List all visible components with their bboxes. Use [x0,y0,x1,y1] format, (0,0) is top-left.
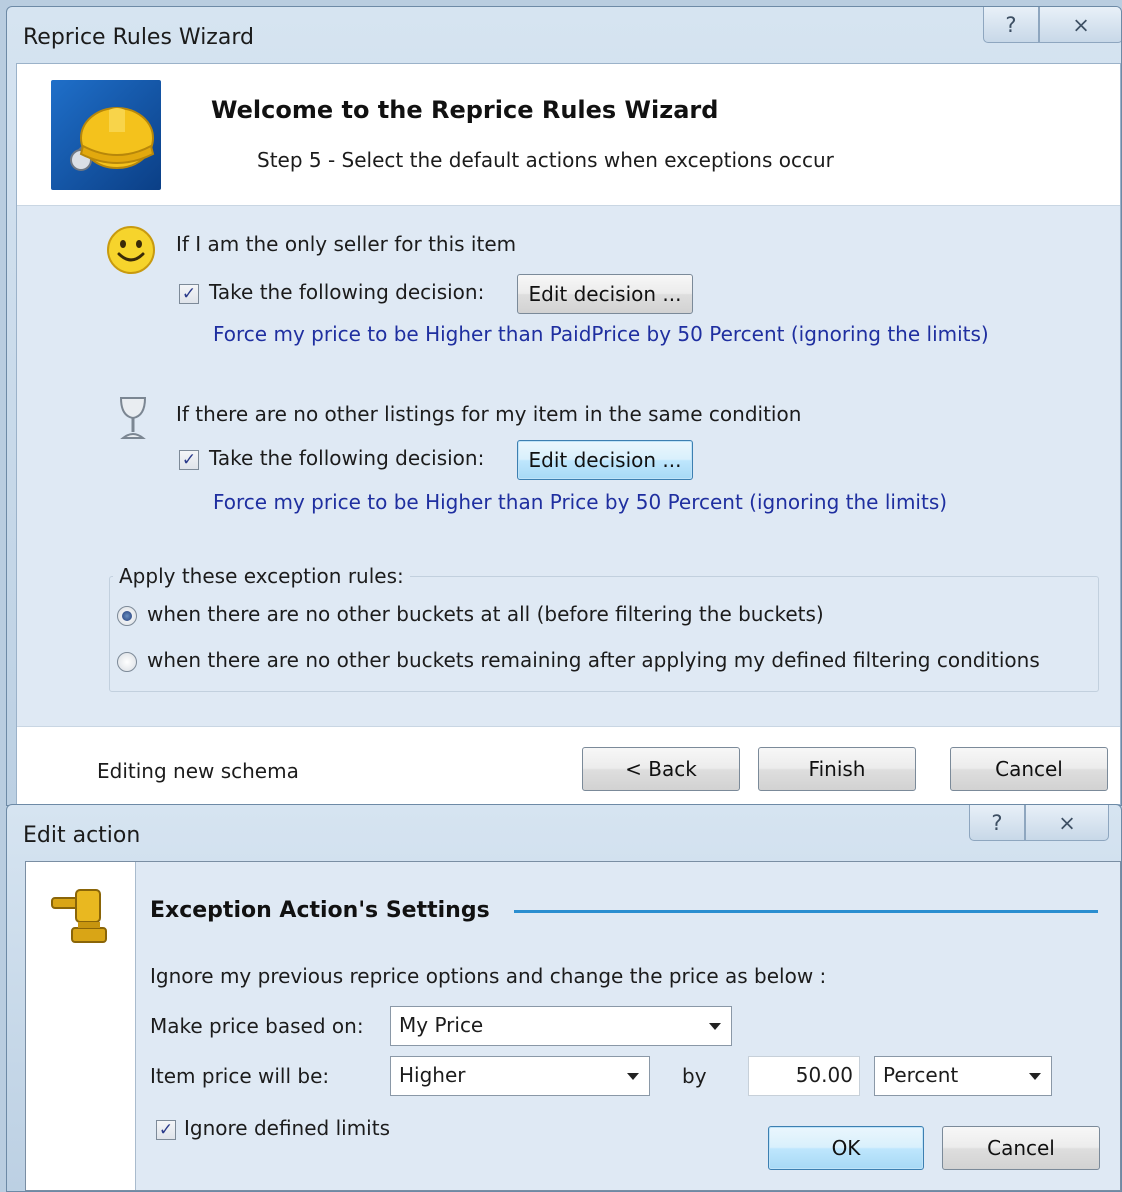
chevron-down-icon [1029,1073,1041,1080]
cancel-button[interactable]: Cancel [950,747,1108,791]
edit-action-icon-panel [26,862,136,1190]
decision-description: Force my price to be Higher than PaidPri… [213,322,989,346]
wizard-titlebar[interactable]: Reprice Rules Wizard ? ⨯ [7,7,1121,63]
smiley-icon [105,224,157,276]
ignore-limits-label: Ignore defined limits [184,1116,390,1140]
based-on-select[interactable]: My Price [390,1006,732,1046]
take-decision-label: Take the following decision: [209,446,485,470]
help-button[interactable]: ? [983,7,1039,43]
edit-action-window: Edit action ? ⨯ Exception Action's Setti… [6,804,1122,1192]
take-decision-checkbox[interactable]: ✓ [179,450,199,470]
unit-value: Percent [883,1063,959,1087]
close-button[interactable]: ⨯ [1025,805,1109,841]
edit-action-client-area: Exception Action's Settings Ignore my pr… [25,861,1121,1191]
group-label: Apply these exception rules: [113,564,410,588]
price-will-be-label: Item price will be: [150,1064,330,1088]
radio-after-filtering[interactable] [117,652,137,672]
gavel-icon [48,884,114,950]
radio-before-filtering-label[interactable]: when there are no other buckets at all (… [147,602,824,626]
heading-accent-line [514,910,1098,913]
close-button[interactable]: ⨯ [1039,7,1121,43]
exception-rules-group [109,576,1099,692]
edit-action-heading: Exception Action's Settings [150,898,490,923]
based-on-label: Make price based on: [150,1014,364,1038]
hardhat-wrench-icon [51,80,161,190]
radio-after-filtering-label[interactable]: when there are no other buckets remainin… [147,648,1040,672]
amount-input[interactable]: 50.00 [748,1056,860,1096]
direction-select[interactable]: Higher [390,1056,650,1096]
edit-action-titlebar[interactable]: Edit action ? ⨯ [7,805,1121,861]
based-on-value: My Price [399,1013,484,1037]
instruction-text: Ignore my previous reprice options and c… [150,964,827,988]
wizard-step-subtitle: Step 5 - Select the default actions when… [257,148,834,172]
wizard-title: Reprice Rules Wizard [23,25,254,50]
wizard-heading: Welcome to the Reprice Rules Wizard [211,96,719,124]
wizard-header: Welcome to the Reprice Rules Wizard Step… [17,64,1120,206]
edit-decision-button[interactable]: Edit decision ... [517,440,693,480]
rule-condition-text: If I am the only seller for this item [176,232,517,256]
radio-before-filtering[interactable] [117,606,137,626]
wizard-client-area: Welcome to the Reprice Rules Wizard Step… [16,63,1121,805]
take-decision-label: Take the following decision: [209,280,485,304]
ok-button[interactable]: OK [768,1126,924,1170]
by-label: by [682,1064,707,1088]
edit-decision-button[interactable]: Edit decision ... [517,274,693,314]
ignore-limits-checkbox[interactable]: ✓ [156,1120,176,1140]
decision-description: Force my price to be Higher than Price b… [213,490,948,514]
chevron-down-icon [627,1073,639,1080]
help-button[interactable]: ? [969,805,1025,841]
wizard-footer: Editing new schema < Back Finish Cancel [17,726,1120,804]
status-text: Editing new schema [97,759,299,783]
finish-button[interactable]: Finish [758,747,916,791]
direction-value: Higher [399,1063,466,1087]
unit-select[interactable]: Percent [874,1056,1052,1096]
back-button[interactable]: < Back [582,747,740,791]
cancel-button[interactable]: Cancel [942,1126,1100,1170]
reprice-rules-wizard-window: Reprice Rules Wizard ? ⨯ Welcome to the … [6,6,1122,806]
take-decision-checkbox[interactable]: ✓ [179,284,199,304]
goblet-icon [115,394,151,442]
rule-condition-text: If there are no other listings for my it… [176,402,802,426]
chevron-down-icon [709,1023,721,1030]
edit-action-title: Edit action [23,823,141,848]
